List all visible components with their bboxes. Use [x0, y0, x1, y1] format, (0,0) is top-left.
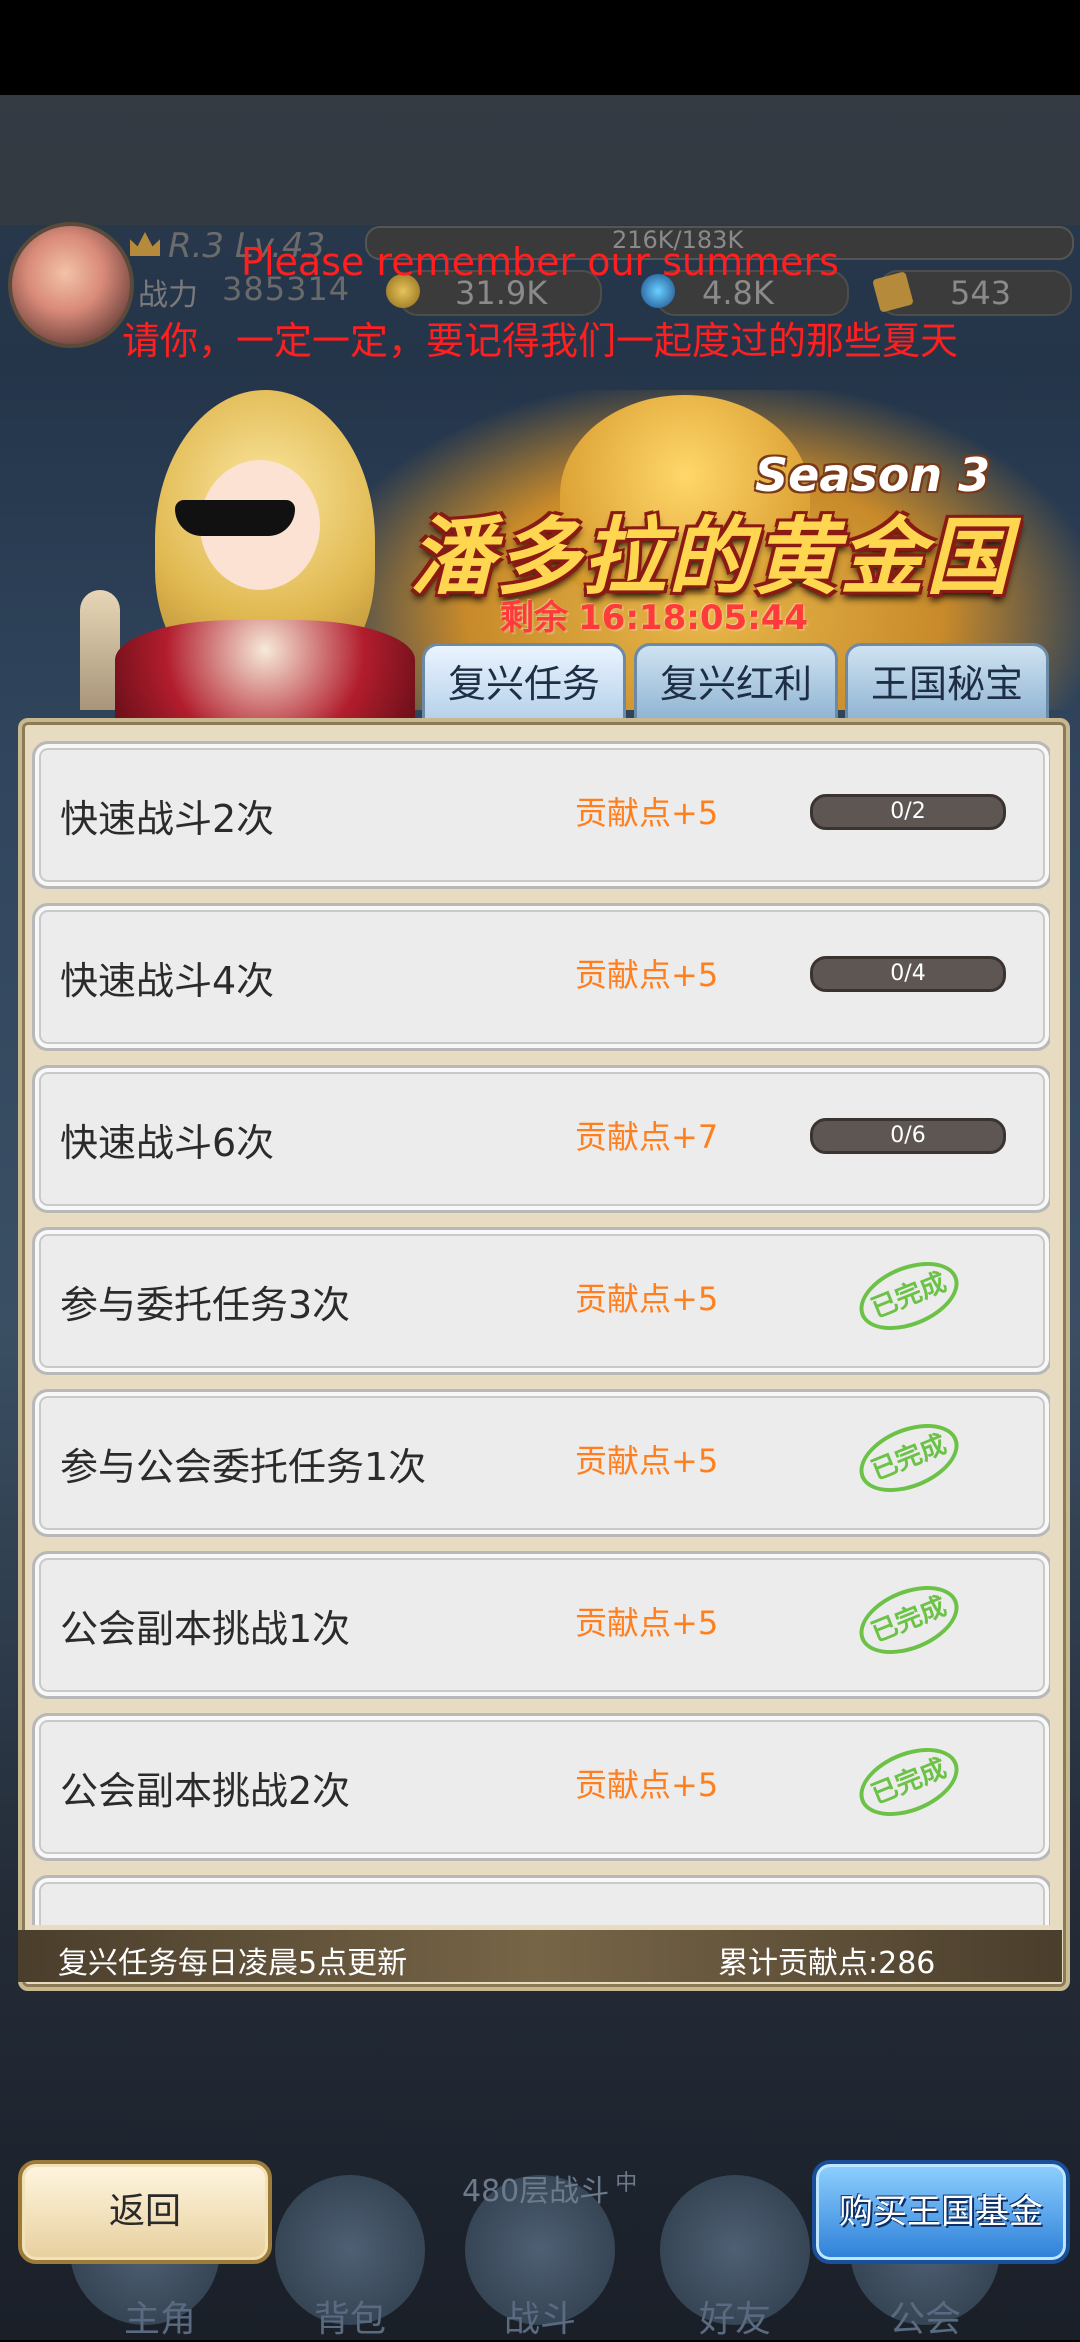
task-reward: 贡献点+5 [575, 1442, 719, 1480]
task-progress: 0/4 [810, 956, 1006, 992]
refresh-note: 复兴任务每日凌晨5点更新 [58, 1946, 408, 1981]
task-name: 公会副本挑战1次 [60, 1607, 351, 1651]
task-reward: 贡献点+5 [575, 1604, 719, 1642]
task-row[interactable]: 公会副本挑战2次 贡献点+5 已完成 [32, 1713, 1050, 1861]
floor-sup: 中 [615, 2171, 638, 2196]
task-footer: 复兴任务每日凌晨5点更新 累计贡献点:286 [18, 1930, 1062, 1982]
completed-stamp: 已完成 [849, 1572, 969, 1668]
task-row[interactable]: 参与委托任务3次 贡献点+5 已完成 [32, 1227, 1050, 1375]
character-illustration [115, 390, 415, 720]
task-row[interactable]: 快速战斗6次 贡献点+7 0/6 [32, 1065, 1050, 1213]
task-name: 参与委托任务3次 [60, 1283, 351, 1327]
completed-stamp: 已完成 [849, 1410, 969, 1506]
task-row-partial[interactable] [32, 1875, 1050, 1925]
task-reward: 贡献点+5 [575, 794, 719, 832]
task-name: 快速战斗4次 [60, 959, 275, 1003]
task-row[interactable]: 参与公会委托任务1次 贡献点+5 已完成 [32, 1389, 1050, 1537]
buy-kingdom-fund-button[interactable]: 购买王国基金 [812, 2160, 1070, 2264]
nav-label-character: 主角 [123, 2299, 196, 2340]
task-row[interactable]: 快速战斗2次 贡献点+5 0/2 [32, 741, 1050, 889]
tower-illustration [80, 590, 120, 710]
completed-stamp: 已完成 [849, 1734, 969, 1830]
nav-label-guild: 公会 [888, 2299, 961, 2340]
floor-battle-status: 480层战斗中 [462, 2165, 637, 2210]
task-progress: 0/2 [810, 794, 1006, 830]
announcement-english: Please remember our summers [241, 240, 839, 284]
status-bar [0, 0, 1080, 95]
task-list[interactable]: 快速战斗2次 贡献点+5 0/2 快速战斗4次 贡献点+5 0/4 快速战斗6次… [30, 735, 1050, 1925]
event-countdown: 剩余 16:18:05:44 [500, 590, 808, 639]
task-name: 快速战斗6次 [60, 1121, 275, 1165]
task-progress: 0/6 [810, 1118, 1006, 1154]
nav-label-friends: 好友 [698, 2299, 771, 2340]
task-name: 参与公会委托任务1次 [60, 1445, 427, 1489]
task-reward: 贡献点+7 [575, 1118, 719, 1156]
task-row[interactable]: 公会副本挑战1次 贡献点+5 已完成 [32, 1551, 1050, 1699]
floor-text: 480层战斗 [462, 2174, 610, 2209]
task-name: 快速战斗2次 [60, 797, 275, 841]
nav-label-battle: 战斗 [503, 2299, 576, 2340]
task-reward: 贡献点+5 [575, 1280, 719, 1318]
tab-kingdom-treasure[interactable]: 王国秘宝 [845, 643, 1049, 727]
contribution-points: 累计贡献点:286 [718, 1946, 936, 1981]
task-reward: 贡献点+5 [575, 956, 719, 994]
countdown-time: 16:18:05:44 [578, 598, 809, 638]
task-reward: 贡献点+5 [575, 1766, 719, 1804]
countdown-label: 剩余 [500, 598, 568, 638]
back-button[interactable]: 返回 [18, 2160, 272, 2264]
announcement-chinese: 请你，一定一定，要记得我们一起度过的那些夏天 [121, 319, 958, 363]
completed-stamp: 已完成 [849, 1248, 969, 1344]
tab-revival-tasks[interactable]: 复兴任务 [422, 643, 626, 727]
task-row[interactable]: 快速战斗4次 贡献点+5 0/4 [32, 903, 1050, 1051]
task-name: 公会副本挑战2次 [60, 1769, 351, 1813]
nav-label-bag: 背包 [313, 2299, 386, 2340]
tab-revival-bonus[interactable]: 复兴红利 [634, 643, 838, 727]
player-header-bar [0, 95, 1080, 225]
